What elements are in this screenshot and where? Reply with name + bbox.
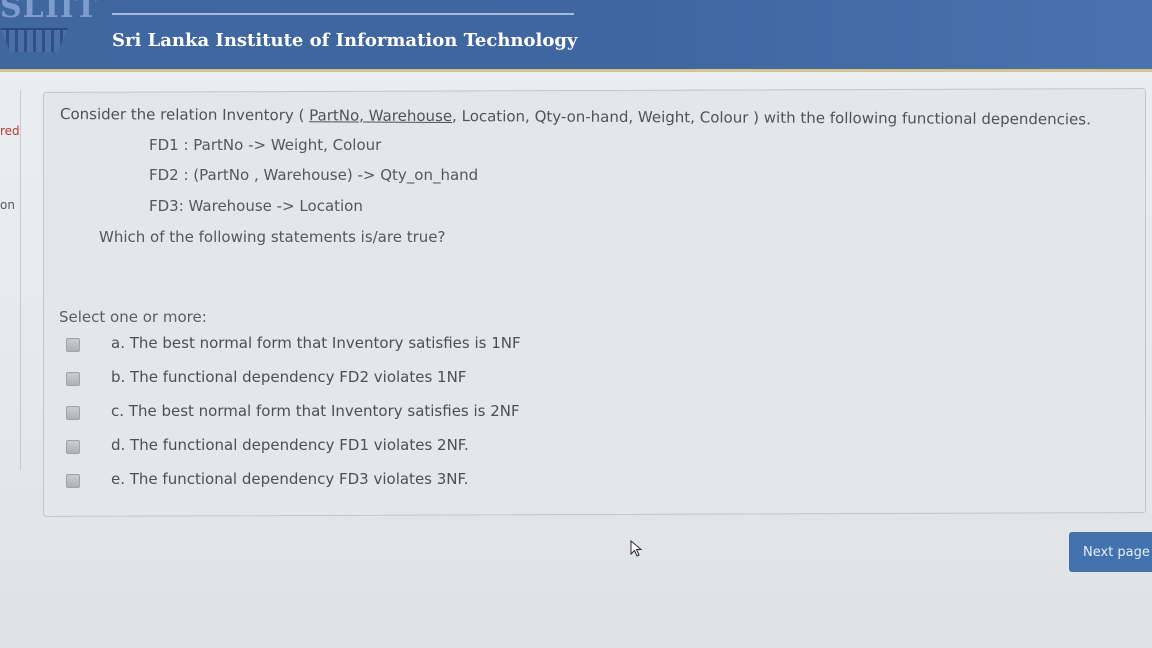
institute-name: Sri Lanka Institute of Information Techn… [112,30,578,51]
logo-text: SLIIT [0,0,99,25]
select-instruction: Select one or more: [59,308,207,326]
answer-checkbox[interactable] [66,338,80,352]
functional-dependency-1: FD1 : PartNo -> Weight, Colour [149,136,382,154]
quiz-page: SLIIT Sri Lanka Institute of Information… [0,0,1152,648]
functional-dependency-3: FD3: Warehouse -> Location [149,197,363,215]
answer-checkbox[interactable] [66,406,80,420]
answer-checkbox[interactable] [66,440,80,454]
question-prompt: Which of the following statements is/are… [99,228,446,246]
answer-label: d. The functional dependency FD1 violate… [111,436,469,454]
answer-checkbox[interactable] [66,474,80,488]
answer-label: a. The best normal form that Inventory s… [111,334,521,352]
answer-label: b. The functional dependency FD2 violate… [111,368,467,386]
functional-dependency-2: FD2 : (PartNo , Warehouse) -> Qty_on_han… [149,166,479,184]
sidebar-fragment-status: red [0,124,20,138]
next-page-button[interactable]: Next page [1069,532,1152,572]
answer-checkbox[interactable] [66,372,80,386]
header-divider [112,13,574,15]
question-intro-start: Consider the relation Inventory ( [59,105,310,125]
mouse-pointer-icon [630,540,643,557]
sidebar-fragment-flag: on [0,198,15,212]
question-intro-key: PartNo, Warehouse [309,106,453,126]
answer-label: e. The functional dependency FD3 violate… [111,470,469,488]
institute-logo[interactable]: SLIIT [0,0,97,52]
answer-label: c. The best normal form that Inventory s… [111,402,520,420]
logo-emblem [0,28,68,52]
site-header: SLIIT Sri Lanka Institute of Information… [0,0,1152,72]
sidebar-panel [0,90,21,470]
question-intro-end: , Location, Qty-on-hand, Weight, Colour … [452,107,1091,129]
